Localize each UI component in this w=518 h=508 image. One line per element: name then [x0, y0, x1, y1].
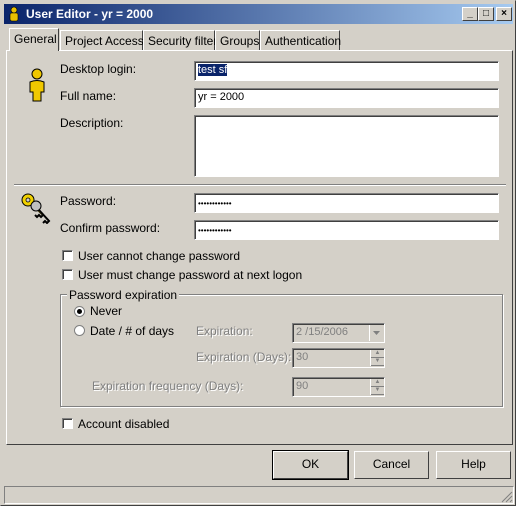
user-must-change-password-label[interactable]: User must change password at next logon	[78, 268, 302, 282]
user-person-icon	[27, 68, 47, 102]
full-name-label: Full name:	[60, 89, 117, 103]
expiration-frequency-label: Expiration frequency (Days):	[92, 379, 244, 393]
expiration-days-spinner: ▲ ▼	[370, 350, 384, 366]
help-button[interactable]: Help	[436, 451, 511, 479]
expiration-days-label: Expiration (Days):	[196, 350, 292, 364]
user-cannot-change-password-label[interactable]: User cannot change password	[78, 249, 240, 263]
tab-general[interactable]: General	[9, 28, 59, 51]
chevron-down-icon	[369, 325, 383, 341]
desktop-login-input[interactable]: test sf	[194, 61, 499, 81]
maximize-button[interactable]: □	[478, 7, 494, 21]
confirm-password-input[interactable]: ••••••••••••	[194, 220, 499, 240]
spin-down-icon: ▼	[371, 387, 384, 395]
user-must-change-password-checkbox[interactable]	[62, 269, 73, 280]
user-icon	[7, 6, 21, 22]
spin-up-icon: ▲	[371, 350, 384, 358]
never-label[interactable]: Never	[90, 304, 122, 318]
never-radio[interactable]	[74, 306, 85, 317]
status-bar	[4, 486, 514, 504]
desktop-login-label: Desktop login:	[60, 62, 137, 76]
description-label: Description:	[60, 116, 124, 130]
full-name-input[interactable]: yr = 2000	[194, 88, 499, 108]
ok-button[interactable]: OK	[272, 450, 349, 480]
date-days-label[interactable]: Date / # of days	[90, 324, 174, 338]
tab-project-access[interactable]: Project Access	[60, 30, 144, 50]
close-button[interactable]: ×	[496, 7, 512, 21]
password-expiration-legend: Password expiration	[67, 288, 180, 302]
expiration-label: Expiration:	[196, 324, 253, 338]
tab-authentication[interactable]: Authentication	[260, 30, 341, 50]
tab-security-filter[interactable]: Security filter	[143, 30, 217, 50]
password-label: Password:	[60, 194, 117, 208]
account-disabled-label[interactable]: Account disabled	[78, 417, 169, 431]
section-divider	[14, 184, 506, 186]
account-disabled-checkbox[interactable]	[62, 418, 73, 429]
user-cannot-change-password-checkbox[interactable]	[62, 250, 73, 261]
confirm-password-label: Confirm password:	[60, 221, 161, 235]
radio-selected-dot	[77, 309, 82, 314]
expiration-frequency-spinner: ▲ ▼	[370, 379, 384, 395]
date-days-radio[interactable]	[74, 325, 85, 336]
window-title: User Editor - yr = 2000	[26, 7, 154, 21]
keys-icon	[19, 192, 53, 225]
title-bar[interactable]: User Editor - yr = 2000 _ □ ×	[4, 4, 513, 24]
minimize-button[interactable]: _	[462, 7, 478, 21]
spin-up-icon: ▲	[371, 379, 384, 387]
user-editor-window: User Editor - yr = 2000 _ □ × General Pr…	[0, 0, 516, 506]
cancel-button[interactable]: Cancel	[354, 451, 429, 479]
password-input[interactable]: ••••••••••••	[194, 193, 499, 213]
spin-down-icon: ▼	[371, 358, 384, 366]
tab-groups[interactable]: Groups	[215, 30, 260, 50]
resize-grip-icon[interactable]	[501, 491, 513, 503]
description-textarea[interactable]	[194, 115, 499, 177]
